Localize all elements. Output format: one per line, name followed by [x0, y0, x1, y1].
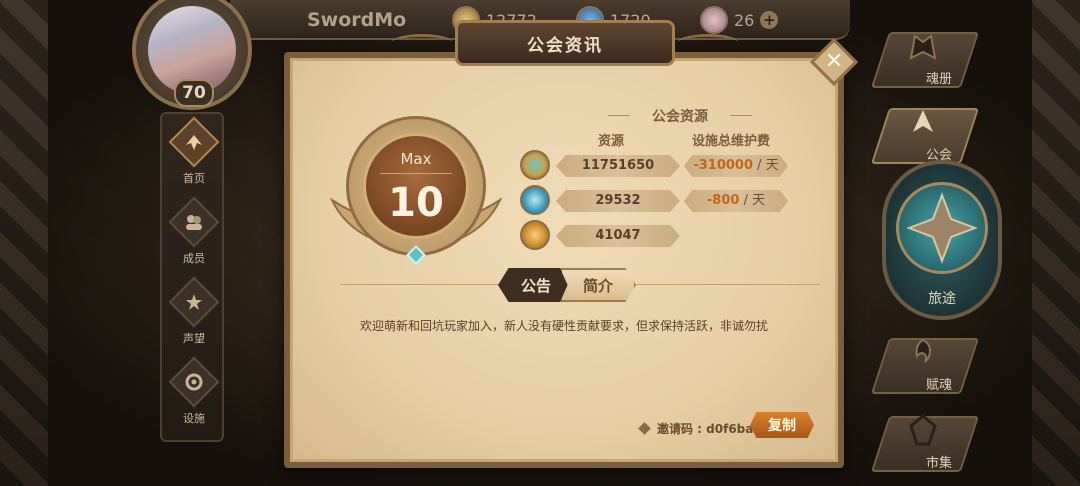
- resources-title: 公会资源: [600, 106, 760, 126]
- close-icon: ✕: [824, 49, 844, 74]
- title-ornament-right: [678, 34, 738, 50]
- sidebar-item-facilities[interactable]: 设施: [162, 354, 226, 430]
- resource-row-gold: 11751650 -310000 / 天: [516, 150, 796, 180]
- gold-resource-icon: [520, 150, 550, 180]
- add-gem-button[interactable]: +: [760, 11, 779, 29]
- resource-amount: 41047: [556, 225, 680, 247]
- sidebar-label-reputation: 声望: [183, 332, 205, 345]
- gem-value: 26: [734, 10, 755, 30]
- right-nav-label-market: 市集: [926, 456, 953, 471]
- home-icon: [186, 135, 202, 150]
- player-level-badge: 70: [174, 79, 214, 107]
- diamond-bullet-icon: [638, 422, 651, 435]
- title-ornament-left: [392, 34, 452, 50]
- level-max-label: Max: [400, 150, 432, 168]
- tab-intro[interactable]: 简介: [560, 268, 636, 302]
- copy-button[interactable]: 复制: [750, 412, 814, 438]
- notice-text: 欢迎萌新和回坑玩家加入，新人没有硬性贡献要求，但求保持活跃，非诚勿扰: [360, 319, 769, 333]
- crystal-resource-icon: [520, 185, 550, 215]
- soul-book-icon: [909, 34, 937, 60]
- guild-info-dialog: [284, 52, 844, 468]
- sidebar-label-home: 首页: [183, 172, 205, 185]
- sidebar-label-facilities: 设施: [183, 412, 205, 425]
- medal-resource-icon: [520, 220, 550, 250]
- right-nav-soul-infuse[interactable]: 赋魂: [870, 330, 980, 400]
- right-nav-market[interactable]: 市集: [870, 408, 980, 478]
- resource-fee: -800 / 天: [684, 190, 788, 212]
- currency-gem: 26 +: [700, 6, 779, 34]
- right-nav-guild[interactable]: 公会: [870, 100, 980, 170]
- members-icon: [186, 215, 202, 230]
- resource-row-crystal: 29532 -800 / 天: [516, 185, 796, 215]
- invite-code: 邀请码 : d0f6ba: [638, 420, 754, 437]
- sidebar-item-home[interactable]: 首页: [162, 114, 226, 190]
- reputation-icon: [186, 294, 202, 310]
- right-nav-label-soul-book: 魂册: [926, 72, 953, 87]
- soul-infuse-icon: [915, 338, 931, 363]
- guild-level-medal: Max 10: [346, 116, 486, 256]
- sidebar-item-reputation[interactable]: 声望: [162, 274, 226, 350]
- guild-level-value: 10: [388, 180, 444, 226]
- resource-column-header: 资源: [598, 134, 625, 149]
- resource-row-medal: 41047: [516, 220, 796, 250]
- right-nav-soul-book[interactable]: 魂册: [870, 24, 980, 94]
- facilities-icon: [185, 373, 203, 391]
- fee-column-header: 设施总维护费: [692, 134, 771, 149]
- sidebar-label-members: 成员: [183, 252, 205, 265]
- market-icon: [909, 414, 937, 446]
- left-pillar: [0, 0, 48, 486]
- guild-icon: [913, 110, 933, 132]
- resource-fee: -310000 / 天: [684, 155, 788, 177]
- left-sidebar: 首页 成员 声望 设施: [160, 112, 224, 442]
- invite-code-label: 邀请码 : d0f6ba: [657, 422, 754, 436]
- pink-gem-icon: [700, 6, 728, 34]
- right-pillar: [1032, 0, 1080, 486]
- journey-button[interactable]: 旅途: [882, 160, 1002, 320]
- journey-icon: [906, 192, 978, 264]
- dialog-title: 公会资讯: [455, 20, 675, 66]
- player-name: SwordMo: [307, 9, 407, 31]
- sidebar-item-members[interactable]: 成员: [162, 194, 226, 270]
- journey-label: 旅途: [928, 291, 956, 307]
- right-nav-label-soul-infuse: 赋魂: [926, 378, 953, 393]
- resource-amount: 29532: [556, 190, 680, 212]
- resource-amount: 11751650: [556, 155, 680, 177]
